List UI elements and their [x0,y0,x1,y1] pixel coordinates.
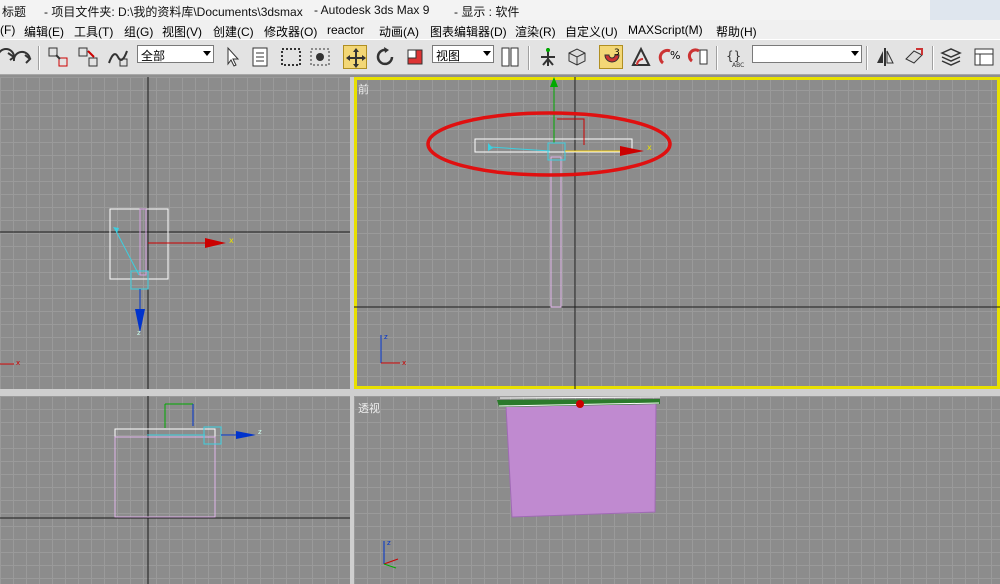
rectangular-selection-icon[interactable] [279,45,303,69]
svg-text:ABC: ABC [732,62,744,69]
perspective-view-scene: z [383,396,661,569]
menu-animation[interactable]: 动画(A) [379,23,419,40]
top-z-axis-label: z [137,329,141,337]
spinner-snap-icon[interactable] [687,45,711,69]
redo-icon[interactable] [10,45,34,69]
left-view-scene: z [0,396,350,584]
reference-coordinate-value: 视图 [436,49,461,63]
menu-group[interactable]: 组(G) [124,23,153,40]
left-z-axis-label: z [258,428,262,436]
bind-to-space-warp-icon[interactable] [106,45,130,69]
toolbar-separator [716,46,718,70]
angle-snap-icon[interactable] [629,45,653,69]
named-selection-sets-dropdown[interactable] [752,45,862,63]
mirror-icon[interactable] [873,45,897,69]
reference-coordinate-dropdown[interactable]: 视图 [432,45,494,63]
align-icon[interactable] [902,45,926,69]
viewport-top[interactable]: x z x [0,77,350,389]
menu-rendering[interactable]: 渲染(R) [515,23,556,40]
menu-create[interactable]: 创建(C) [213,23,254,40]
selection-filter-dropdown[interactable]: 全部 [137,45,214,63]
toolbar-separator [528,46,530,70]
select-and-move-icon[interactable] [343,45,367,69]
toolbar-separator [38,46,40,70]
chevron-down-icon [483,51,491,56]
front-axis-tripod-x: x [402,359,406,367]
select-and-scale-icon[interactable] [403,45,427,69]
menu-edit[interactable]: 编辑(E) [24,23,64,40]
select-and-rotate-icon[interactable] [373,45,397,69]
pivot-center-icon[interactable] [498,45,522,69]
app-name: - Autodesk 3ds Max 9 [314,3,430,17]
snaps-toggle-icon[interactable]: 3 [599,45,623,69]
title-bar: 标题 - 项目文件夹: D:\我的资料库\Documents\3dsmax - … [0,0,1000,21]
percent-snap-icon[interactable]: % [658,45,682,69]
document-title: 标题 [2,5,27,19]
svg-text:{}: {} [726,49,741,63]
main-toolbar: 全部 视图 3 % {} ABC [0,39,1000,75]
front-axis-tripod-z: z [384,333,388,341]
menu-reactor[interactable]: reactor [327,23,364,37]
select-object-icon[interactable] [220,45,244,69]
top-view-scene: x z x [0,77,350,389]
highlight-ellipse [426,111,672,177]
toolbar-separator [866,46,868,70]
front-x-axis-label: x [647,143,652,152]
taskbar-strip [930,0,1000,20]
toolbar-separator [932,46,934,70]
menu-help[interactable]: 帮助(H) [716,23,757,40]
front-view-scene: x x z [354,77,1000,389]
viewport-left[interactable]: z [0,396,350,584]
menu-tools[interactable]: 工具(T) [74,23,113,40]
chevron-down-icon [203,51,211,56]
svg-text:%: % [670,49,680,62]
window-crossing-icon[interactable] [308,45,332,69]
display-driver: - 显示 : 软件 [454,5,520,19]
select-by-name-icon[interactable] [249,45,273,69]
selection-filter-value: 全部 [141,49,166,63]
viewport-vertical-divider[interactable] [350,77,354,584]
menu-modifiers[interactable]: 修改器(O) [264,23,317,40]
viewport-front[interactable]: 前 x x z [354,77,1000,389]
select-and-manipulate-icon[interactable] [536,45,560,69]
layer-manager-icon[interactable] [939,45,963,69]
project-folder-path: - 项目文件夹: D:\我的资料库\Documents\3dsmax [44,5,303,19]
menu-file[interactable]: (F) [0,23,15,37]
menu-customize[interactable]: 自定义(U) [565,23,618,40]
menu-bar: (F) 编辑(E) 工具(T) 组(G) 视图(V) 创建(C) 修改器(O) … [0,20,1000,39]
unlink-selection-icon[interactable] [76,45,100,69]
top-x-axis-label: x [229,236,234,245]
chevron-down-icon [851,51,859,56]
menu-views[interactable]: 视图(V) [162,23,202,40]
viewport-perspective[interactable]: 透视 z [354,396,1000,584]
menu-graph-editors[interactable]: 图表编辑器(D) [430,23,507,40]
viewport-horizontal-divider[interactable] [0,389,1000,396]
edit-named-selection-icon[interactable]: {} ABC [724,45,748,69]
curve-editor-icon[interactable] [972,45,996,69]
svg-text:3: 3 [614,48,620,58]
top-axis-tripod-x: x [16,359,20,367]
select-and-link-icon[interactable] [46,45,70,69]
persp-axis-tripod-z: z [387,539,391,547]
keyboard-shortcut-override-icon[interactable] [565,45,589,69]
menu-maxscript[interactable]: MAXScript(M) [628,23,703,37]
